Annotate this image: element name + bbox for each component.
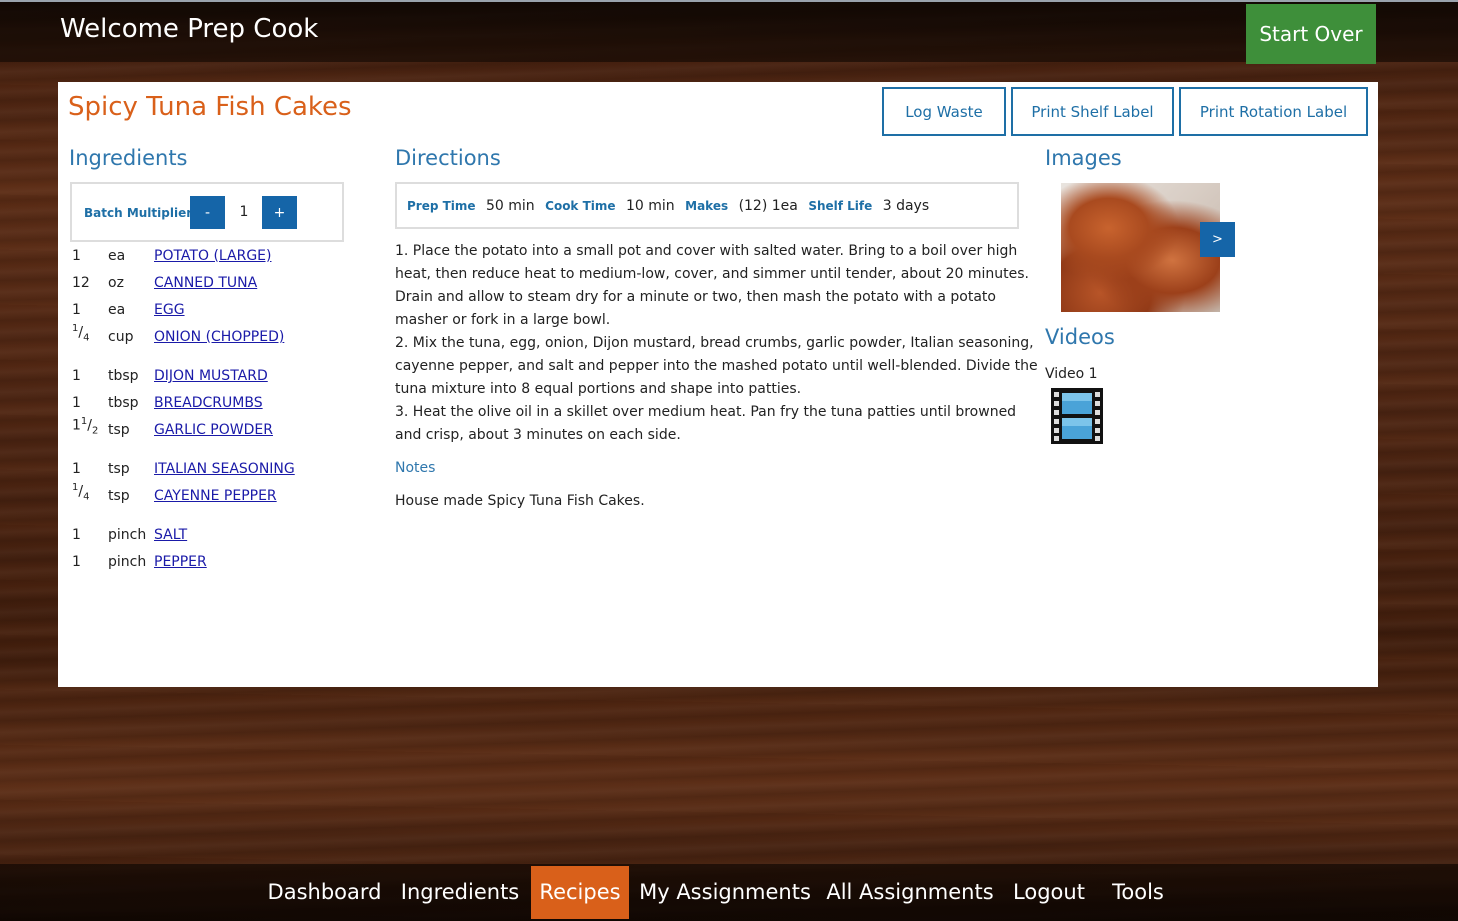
makes-label: Makes (685, 199, 729, 213)
recipe-title: Spicy Tuna Fish Cakes (68, 92, 352, 122)
notes-label: Notes (395, 460, 436, 476)
next-image-button[interactable]: > (1200, 222, 1235, 257)
prep-time-value: 50 min (486, 198, 535, 214)
nav-tools[interactable]: Tools (1100, 866, 1176, 919)
nav-my-assignments[interactable]: My Assignments (635, 866, 815, 919)
nav-ingredients[interactable]: Ingredients (395, 866, 525, 919)
direction-step: 2. Mix the tuna, egg, onion, Dijon musta… (395, 335, 1038, 397)
batch-multiplier-input[interactable] (232, 204, 256, 220)
images-heading: Images (1045, 146, 1122, 170)
bottom-nav: Dashboard Ingredients Recipes My Assignm… (0, 864, 1458, 921)
ingredient-link[interactable]: GARLIC POWDER (154, 422, 273, 438)
makes-value: (12) 1ea (738, 198, 798, 214)
recipe-panel: Spicy Tuna Fish Cakes Log Waste Print Sh… (58, 82, 1378, 687)
ingredient-link[interactable]: SALT (154, 527, 187, 543)
ingredient-unit: tsp (108, 422, 130, 438)
cook-time-label: Cook Time (545, 199, 616, 213)
ingredient-quantity: 11/2 (72, 416, 99, 437)
ingredient-quantity: 1/4 (72, 323, 90, 344)
directions-text: 1. Place the potato into a small pot and… (395, 240, 1045, 447)
ingredient-unit: ea (108, 248, 126, 264)
ingredient-quantity: 1 (72, 248, 81, 264)
ingredient-link[interactable]: EGG (154, 302, 185, 318)
ingredient-quantity: 1/4 (72, 482, 90, 503)
ingredients-heading: Ingredients (69, 146, 188, 170)
cook-time-value: 10 min (626, 198, 675, 214)
ingredient-unit: pinch (108, 527, 147, 543)
ingredient-link[interactable]: BREADCRUMBS (154, 395, 263, 411)
nav-dashboard[interactable]: Dashboard (262, 866, 387, 919)
decrement-button[interactable]: - (190, 196, 225, 229)
ingredient-link[interactable]: POTATO (LARGE) (154, 248, 271, 264)
ingredient-link[interactable]: ONION (CHOPPED) (154, 329, 284, 345)
ingredient-unit: tbsp (108, 368, 139, 384)
batch-multiplier: Batch Multiplier - + (70, 182, 344, 242)
notes-text: House made Spicy Tuna Fish Cakes. (395, 493, 645, 509)
ingredient-unit: tsp (108, 461, 130, 477)
film-icon[interactable] (1051, 388, 1103, 444)
nav-recipes[interactable]: Recipes (531, 866, 629, 919)
ingredient-quantity: 1 (72, 395, 81, 411)
print-rotation-label-button[interactable]: Print Rotation Label (1179, 87, 1368, 136)
print-shelf-label-button[interactable]: Print Shelf Label (1011, 87, 1174, 136)
welcome-text: Welcome Prep Cook (60, 14, 319, 44)
increment-button[interactable]: + (262, 196, 297, 229)
ingredient-unit: oz (108, 275, 124, 291)
ingredient-quantity: 1 (72, 368, 81, 384)
ingredient-quantity: 12 (72, 275, 90, 291)
recipe-info-box: Prep Time 50 min Cook Time 10 min Makes … (395, 182, 1019, 229)
nav-logout[interactable]: Logout (1005, 866, 1093, 919)
shelf-life-label: Shelf Life (808, 199, 873, 213)
ingredient-unit: cup (108, 329, 134, 345)
ingredient-unit: tsp (108, 488, 130, 504)
ingredient-link[interactable]: ITALIAN SEASONING (154, 461, 295, 477)
nav-all-assignments[interactable]: All Assignments (822, 866, 998, 919)
ingredient-link[interactable]: DIJON MUSTARD (154, 368, 268, 384)
batch-multiplier-label: Batch Multiplier (84, 206, 193, 220)
videos-heading: Videos (1045, 325, 1115, 349)
log-waste-button[interactable]: Log Waste (882, 87, 1006, 136)
shelf-life-value: 3 days (882, 198, 930, 214)
ingredient-quantity: 1 (72, 527, 81, 543)
direction-step: 1. Place the potato into a small pot and… (395, 243, 1029, 328)
ingredient-link[interactable]: CAYENNE PEPPER (154, 488, 277, 504)
directions-heading: Directions (395, 146, 501, 170)
top-bar: Welcome Prep Cook Start Over (0, 0, 1458, 64)
video-label: Video 1 (1045, 366, 1098, 382)
ingredient-quantity: 1 (72, 302, 81, 318)
ingredient-unit: tbsp (108, 395, 139, 411)
ingredient-quantity: 1 (72, 554, 81, 570)
direction-step: 3. Heat the olive oil in a skillet over … (395, 404, 1017, 443)
prep-time-label: Prep Time (407, 199, 476, 213)
ingredient-link[interactable]: CANNED TUNA (154, 275, 257, 291)
recipe-image[interactable] (1061, 183, 1220, 312)
ingredient-unit: pinch (108, 554, 147, 570)
ingredient-link[interactable]: PEPPER (154, 554, 207, 570)
ingredient-quantity: 1 (72, 461, 81, 477)
start-over-button[interactable]: Start Over (1246, 4, 1376, 64)
ingredient-unit: ea (108, 302, 126, 318)
